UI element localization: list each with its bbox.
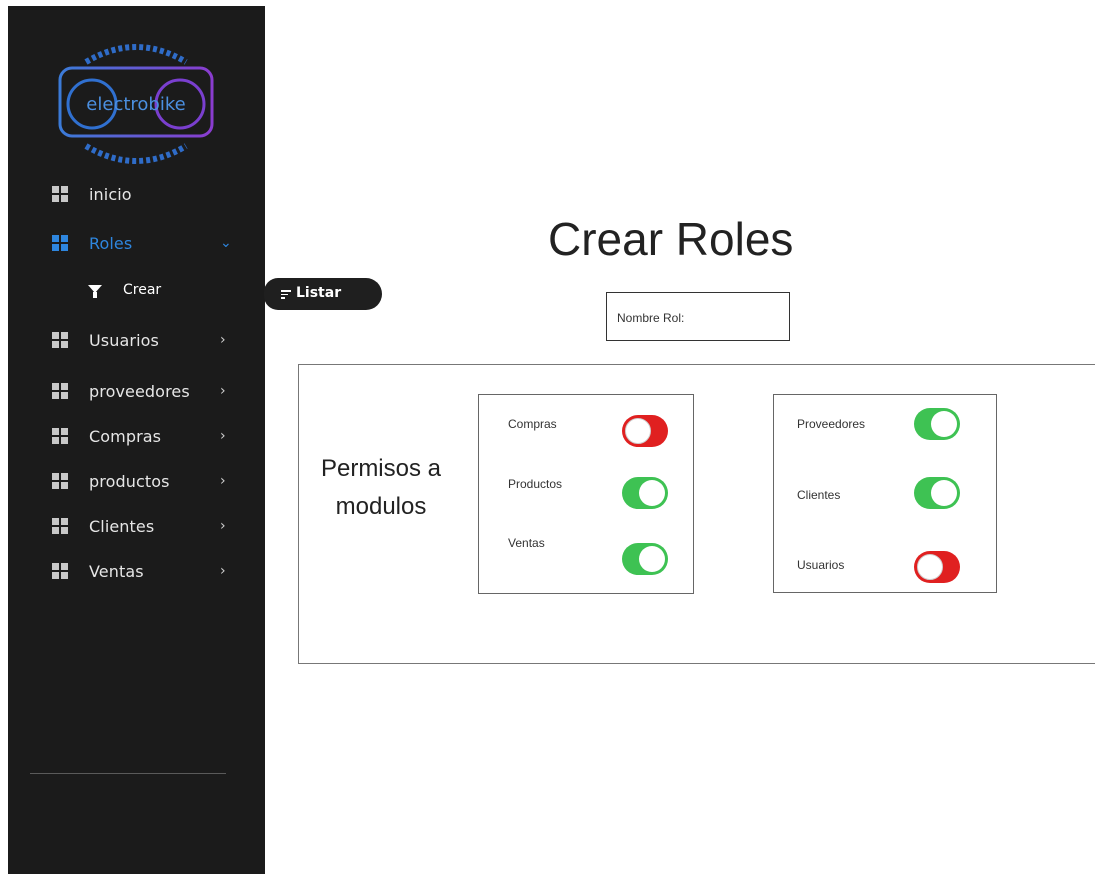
dashboard-icon [52, 518, 68, 534]
sidebar-item-ventas[interactable]: Ventas › [8, 551, 265, 591]
dashboard-icon [52, 563, 68, 579]
sidebar-subitem-crear[interactable]: Crear [8, 274, 265, 308]
listar-label: Listar [296, 285, 342, 301]
module-label-clientes: Clientes [797, 488, 841, 502]
sidebar-item-label: Clientes [89, 516, 155, 536]
module-label-productos: Productos [508, 477, 563, 491]
electrobike-logo: electrobike [58, 44, 214, 164]
module-label-usuarios: Usuarios [797, 558, 845, 572]
sidebar-item-usuarios[interactable]: Usuarios › [8, 320, 265, 360]
toggle-knob [931, 411, 957, 437]
module-label-compras: Compras [508, 417, 557, 431]
sidebar-item-label: Ventas [89, 561, 144, 581]
dashboard-icon [52, 383, 68, 399]
toggle-knob [639, 480, 665, 506]
module-label-proveedores: Proveedores [797, 417, 866, 431]
sidebar: electrobike inicio Roles ⌄ Crear Usuario… [8, 6, 265, 874]
permissions-title-line1: Permisos a [320, 455, 442, 482]
dashboard-icon [52, 473, 68, 489]
role-name-field[interactable]: Nombre Rol: [606, 292, 790, 341]
permissions-title: Permisos a modulos [308, 450, 454, 526]
chevron-right-icon: › [220, 518, 226, 534]
chevron-right-icon: › [220, 563, 226, 579]
sidebar-divider [30, 773, 226, 774]
module-label-ventas: Ventas [508, 536, 545, 550]
permissions-group-b: Proveedores Clientes Usuarios [773, 394, 997, 593]
permissions-title-line2: modulos [335, 493, 427, 520]
toggle-knob [931, 480, 957, 506]
toggle-clientes[interactable] [914, 477, 960, 509]
chevron-right-icon: › [220, 383, 226, 399]
sidebar-item-proveedores[interactable]: proveedores › [8, 371, 265, 411]
sidebar-item-label: Compras [89, 426, 162, 446]
toggle-usuarios[interactable] [914, 551, 960, 583]
toggle-ventas[interactable] [622, 543, 668, 575]
dashboard-icon [52, 186, 68, 202]
sidebar-item-compras[interactable]: Compras › [8, 416, 265, 456]
permissions-group-a: Compras Productos Ventas [478, 394, 694, 594]
dashboard-icon [52, 235, 68, 251]
listar-button[interactable]: Listar [264, 278, 382, 310]
sidebar-item-inicio[interactable]: inicio [8, 174, 265, 214]
toggle-compras[interactable] [622, 415, 668, 447]
sidebar-subitem-label: Crear [123, 282, 162, 298]
toggle-productos[interactable] [622, 477, 668, 509]
chevron-right-icon: › [220, 428, 226, 444]
filter-icon [88, 285, 102, 298]
sidebar-item-productos[interactable]: productos › [8, 461, 265, 501]
toggle-knob [917, 554, 943, 580]
sidebar-item-label: proveedores [89, 381, 190, 401]
sidebar-item-label: inicio [89, 184, 132, 204]
sidebar-item-label: Roles [89, 233, 133, 253]
svg-text:electrobike: electrobike [86, 94, 185, 115]
chevron-right-icon: › [220, 332, 226, 348]
sidebar-item-label: productos [89, 471, 170, 491]
role-name-label: Nombre Rol: [617, 311, 685, 325]
sidebar-item-label: Usuarios [89, 330, 159, 350]
dashboard-icon [52, 428, 68, 444]
toggle-knob [639, 546, 665, 572]
sidebar-item-roles[interactable]: Roles ⌄ [8, 223, 265, 263]
sort-lines-icon [281, 290, 291, 299]
sidebar-item-clientes[interactable]: Clientes › [8, 506, 265, 546]
page-title: Crear Roles [548, 213, 794, 265]
chevron-down-icon: ⌄ [220, 235, 232, 251]
toggle-proveedores[interactable] [914, 408, 960, 440]
dashboard-icon [52, 332, 68, 348]
chevron-right-icon: › [220, 473, 226, 489]
toggle-knob [625, 418, 651, 444]
